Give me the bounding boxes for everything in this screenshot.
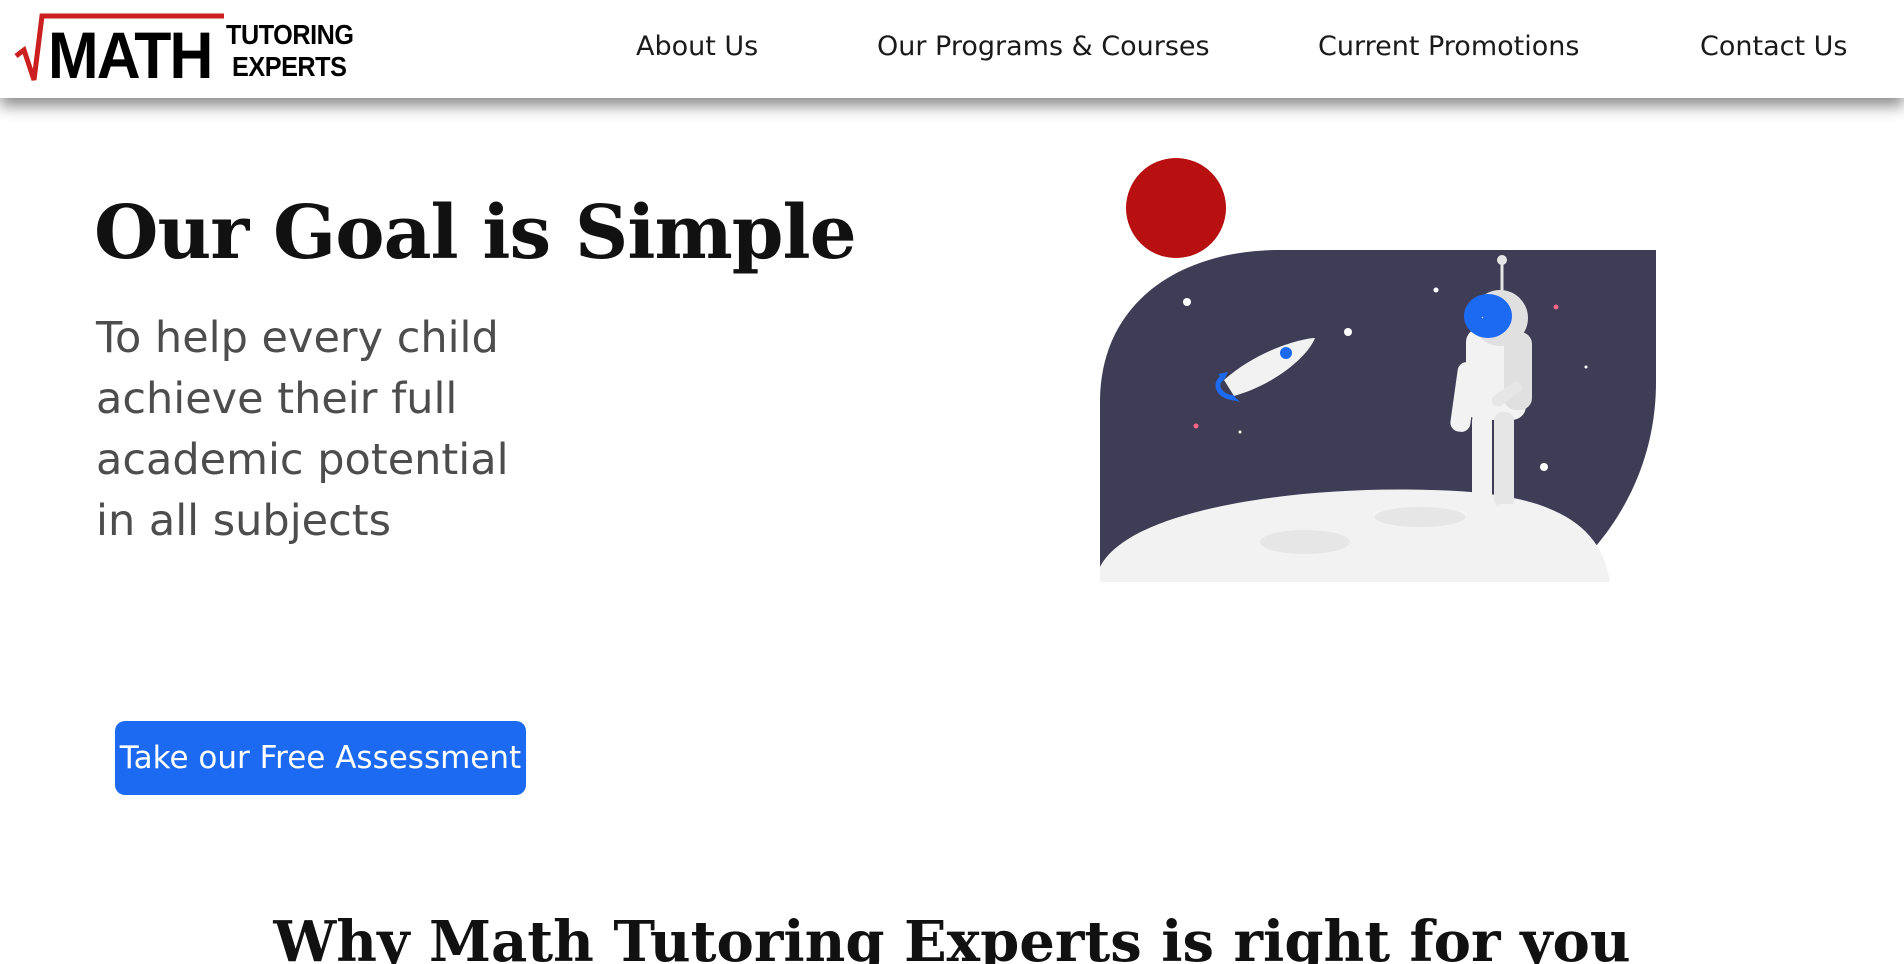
- logo[interactable]: MATH TUTORING EXPERTS: [12, 10, 354, 92]
- hero-subtitle-line: To help every child: [96, 313, 499, 363]
- nav-about-us[interactable]: About Us: [636, 30, 758, 64]
- site-header: MATH TUTORING EXPERTS About Us Our Progr…: [0, 0, 1904, 98]
- page: MATH TUTORING EXPERTS About Us Our Progr…: [0, 0, 1904, 964]
- hero-title: Our Goal is Simple: [94, 190, 857, 276]
- red-sun-icon: [1126, 158, 1226, 258]
- nav-current-promotions[interactable]: Current Promotions: [1318, 30, 1579, 64]
- nav-contact-us[interactable]: Contact Us: [1700, 30, 1847, 64]
- logo-experts-text: EXPERTS: [232, 51, 347, 82]
- hero-subtitle-line: in all subjects: [96, 496, 392, 546]
- hero-subtitle: To help every child achieve their full a…: [96, 308, 556, 552]
- hero-subtitle-line: achieve their full: [96, 374, 458, 424]
- hero-subtitle-line: academic potential: [96, 435, 509, 485]
- astronaut-on-moon-illustration: [1100, 158, 1656, 582]
- free-assessment-button[interactable]: Take our Free Assessment: [115, 721, 526, 795]
- section-title: Why Math Tutoring Experts is right for y…: [273, 909, 1631, 964]
- nav-programs-courses[interactable]: Our Programs & Courses: [877, 30, 1210, 64]
- logo-tutoring-text: TUTORING: [226, 19, 354, 50]
- logo-math-text: MATH: [48, 18, 213, 92]
